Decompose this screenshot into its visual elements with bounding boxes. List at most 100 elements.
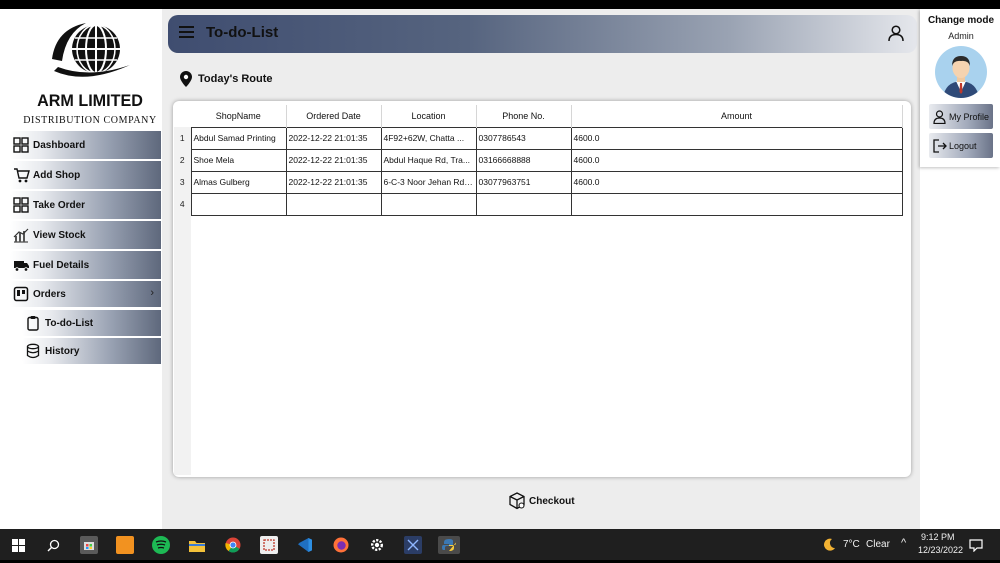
sidebar-item-dashboard[interactable]: Dashboard xyxy=(10,131,161,159)
cell-shop-name[interactable]: Almas Gulberg xyxy=(190,170,287,194)
store-icon[interactable] xyxy=(80,536,98,554)
weather-text[interactable]: Clear xyxy=(866,539,890,550)
settings-gear-icon[interactable] xyxy=(368,536,386,554)
weather-temp: 7°C xyxy=(843,539,860,550)
brand-name: ARM LIMITED xyxy=(37,91,143,110)
cell-ordered-date[interactable] xyxy=(285,192,382,216)
spotify-icon[interactable] xyxy=(152,536,170,554)
sidebar-item-fuel-details[interactable]: Fuel Details xyxy=(10,251,161,279)
windows-taskbar: 7°C Clear ^ 9:12 PM 12/23/2022 xyxy=(0,529,1000,560)
table-row[interactable]: 3 Almas Gulberg 2022-12-22 21:01:35 6-C-… xyxy=(174,170,903,194)
row-number: 1 xyxy=(174,127,192,149)
firefox-icon[interactable] xyxy=(332,536,350,554)
row-header-strip xyxy=(174,215,191,475)
search-icon[interactable] xyxy=(44,536,62,554)
cell-amount[interactable]: 4600.0 xyxy=(570,170,903,194)
avatar xyxy=(935,46,987,98)
sidebar-item-label: Add Shop xyxy=(33,169,81,181)
truck-icon xyxy=(12,256,30,274)
orders-table[interactable]: ShopName Ordered Date Location Phone No.… xyxy=(174,105,903,216)
row-number: 2 xyxy=(174,149,192,171)
database-icon xyxy=(24,342,42,360)
my-profile-label: My Profile xyxy=(949,111,990,122)
checkout-label: Checkout xyxy=(529,495,575,507)
tray-chevron-up-icon[interactable]: ^ xyxy=(901,537,906,549)
change-mode-toggle[interactable]: Change mode xyxy=(920,15,1000,26)
profile-panel: Change mode Admin My Profile Logout xyxy=(920,9,1000,167)
sidebar-item-label: Orders xyxy=(33,288,66,300)
user-icon[interactable] xyxy=(887,24,905,42)
snipping-tool-icon[interactable] xyxy=(260,536,278,554)
notification-icon[interactable] xyxy=(967,536,985,554)
cell-amount[interactable]: 4600.0 xyxy=(570,126,903,150)
app-window: ARM LIMITED DISTRIBUTION COMPANY Dashboa… xyxy=(0,9,1000,529)
cell-location[interactable] xyxy=(380,192,477,216)
column-header[interactable]: Amount xyxy=(571,105,903,127)
sidebar-item-label: View Stock xyxy=(33,229,86,241)
sidebar-item-view-stock[interactable]: View Stock xyxy=(10,221,161,249)
sidebar-item-label: Dashboard xyxy=(33,139,86,151)
table-row[interactable]: 2 Shoe Mela 2022-12-22 21:01:35 Abdul Ha… xyxy=(174,148,903,172)
cell-shop-name[interactable]: Shoe Mela xyxy=(190,148,287,172)
clipboard-icon xyxy=(24,314,42,332)
sidebar-item-add-shop[interactable]: Add Shop xyxy=(10,161,161,189)
chrome-icon[interactable] xyxy=(224,536,242,554)
orders-icon xyxy=(12,285,30,303)
column-header[interactable]: ShopName xyxy=(191,105,287,127)
cell-location[interactable]: Abdul Haque Rd, Tra... xyxy=(380,148,477,172)
sidebar-item-label: History xyxy=(45,345,80,357)
stock-chart-icon xyxy=(12,226,30,244)
orders-grid-panel: ShopName Ordered Date Location Phone No.… xyxy=(173,101,911,477)
my-profile-button[interactable]: My Profile xyxy=(929,104,993,129)
cell-phone[interactable]: 0307786543 xyxy=(475,126,572,150)
cell-phone[interactable] xyxy=(475,192,572,216)
clock-time[interactable]: 9:12 PM xyxy=(921,532,955,542)
clock-date[interactable]: 12/23/2022 xyxy=(918,545,963,555)
app-bluegrid-icon[interactable] xyxy=(404,536,422,554)
main-content: To-do-List Today's Route ShopName Ordere… xyxy=(162,9,920,529)
sidebar-item-label: Take Order xyxy=(33,199,86,211)
sidebar-item-orders[interactable]: Orders › xyxy=(10,281,161,307)
python-app-icon[interactable] xyxy=(438,536,460,554)
dashboard-grid-icon xyxy=(12,136,30,154)
file-explorer-icon[interactable] xyxy=(188,536,206,554)
windows-start-icon[interactable] xyxy=(9,536,27,554)
chevron-right-icon: › xyxy=(150,287,154,299)
cell-shop-name[interactable] xyxy=(190,192,287,216)
cell-location[interactable]: 6-C-3 Noor Jehan Rd,... xyxy=(380,170,477,194)
logout-label: Logout xyxy=(949,140,977,151)
cell-location[interactable]: 4F92+62W, Chatta ... xyxy=(380,126,477,150)
checkout-button[interactable]: Checkout xyxy=(508,492,575,510)
sidebar-item-take-order[interactable]: Take Order xyxy=(10,191,161,219)
logout-button[interactable]: Logout xyxy=(929,133,993,158)
cell-amount[interactable] xyxy=(570,192,903,216)
app-orange-icon[interactable] xyxy=(116,536,134,554)
cell-ordered-date[interactable]: 2022-12-22 21:01:35 xyxy=(285,148,382,172)
cell-ordered-date[interactable]: 2022-12-22 21:01:35 xyxy=(285,170,382,194)
todays-route[interactable]: Today's Route xyxy=(180,71,273,87)
sidebar-item-label: Fuel Details xyxy=(33,259,90,271)
sidebar-item-history[interactable]: History xyxy=(22,338,161,364)
table-row[interactable]: 1 Abdul Samad Printing 2022-12-22 21:01:… xyxy=(174,126,903,150)
cell-phone[interactable]: 03166668888 xyxy=(475,148,572,172)
brand-subtitle: DISTRIBUTION COMPANY xyxy=(23,115,157,126)
cell-shop-name[interactable]: Abdul Samad Printing xyxy=(190,126,287,150)
page-title: To-do-List xyxy=(206,24,279,41)
table-row-new[interactable]: 4 xyxy=(174,192,903,216)
column-header[interactable]: Phone No. xyxy=(476,105,572,127)
company-logo: ARM LIMITED DISTRIBUTION COMPANY xyxy=(23,15,156,126)
right-panel-background xyxy=(920,167,1000,529)
cell-ordered-date[interactable]: 2022-12-22 21:01:35 xyxy=(285,126,382,150)
map-pin-icon xyxy=(180,71,192,87)
table-header-row: ShopName Ordered Date Location Phone No.… xyxy=(174,105,903,127)
vscode-icon[interactable] xyxy=(296,536,314,554)
cart-icon xyxy=(12,166,30,184)
column-header[interactable]: Ordered Date xyxy=(286,105,382,127)
cell-phone[interactable]: 03077963751 xyxy=(475,170,572,194)
hamburger-menu-icon[interactable] xyxy=(179,26,194,39)
column-header[interactable]: Location xyxy=(381,105,477,127)
cell-amount[interactable]: 4600.0 xyxy=(570,148,903,172)
sidebar-item-to-do-list[interactable]: To-do-List xyxy=(22,310,161,336)
weather-moon-icon[interactable] xyxy=(820,536,838,554)
profile-icon xyxy=(931,109,947,125)
